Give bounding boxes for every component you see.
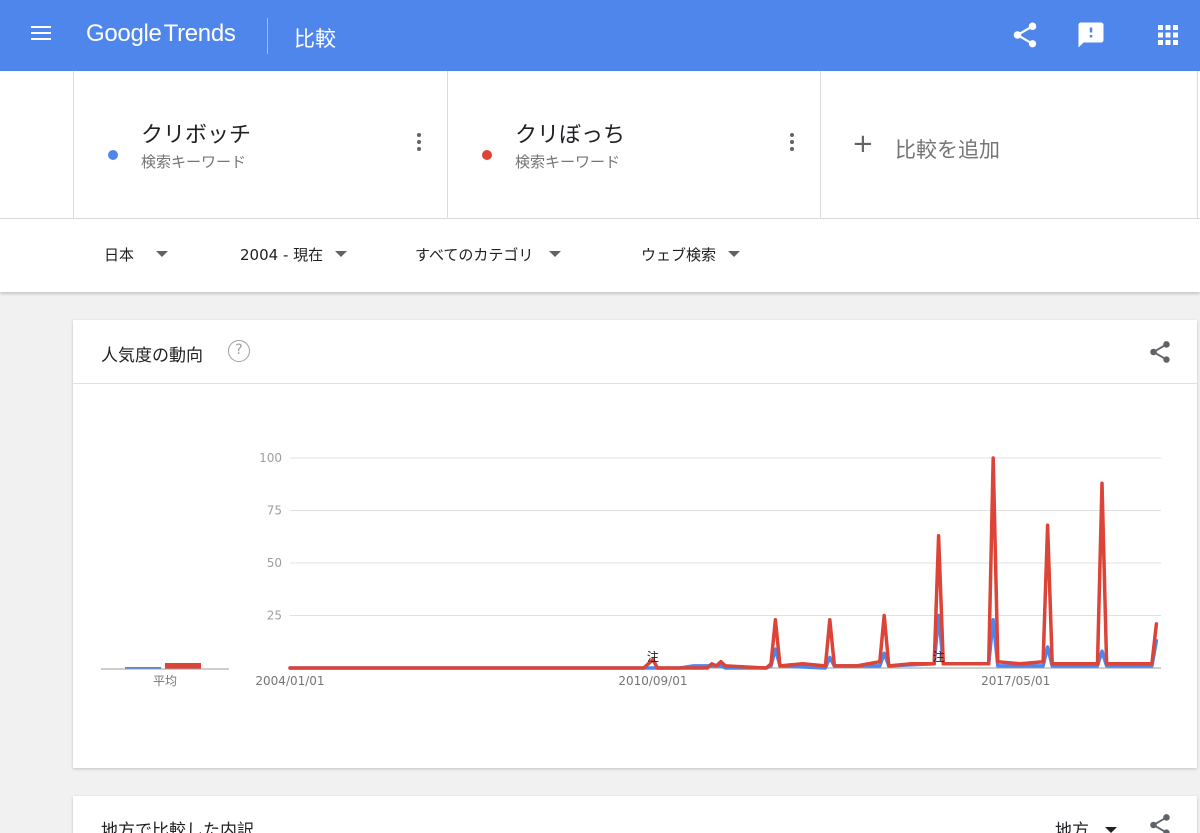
y-tick-label: 50	[267, 556, 282, 570]
interest-line-chart: 25 50 75 100 2004/01/01 2010/09/01 2017/05/01 注…	[255, 451, 1161, 688]
logo-trends-text: Trends	[163, 20, 236, 47]
dropdown-arrow-icon	[335, 251, 348, 257]
average-bars: 平均	[101, 663, 229, 688]
category-value: すべてのカテゴリ	[415, 246, 534, 264]
region-level-value: 地方	[1055, 821, 1089, 833]
series-color-dot	[482, 150, 492, 160]
region-value: 日本	[104, 246, 135, 264]
period-dropdown[interactable]: 2004 - 現在	[240, 244, 348, 265]
x-tick-label: 2017/05/01	[981, 674, 1050, 688]
menu-icon[interactable]	[26, 22, 56, 48]
term-type: 検索キーワード	[515, 153, 621, 171]
add-compare-label: 比較を追加	[895, 138, 1000, 162]
card-title: 人気度の動向	[101, 346, 203, 366]
term-type: 検索キーワード	[141, 153, 247, 171]
card-title: 地方で比較した内訳	[101, 821, 254, 833]
chart-annotation: 注	[933, 649, 945, 664]
share-icon[interactable]	[1010, 20, 1040, 50]
average-label: 平均	[153, 674, 177, 688]
share-icon[interactable]	[1147, 339, 1173, 365]
average-bar-2	[165, 663, 201, 669]
plus-icon: +	[852, 129, 874, 159]
region-level-dropdown[interactable]: 地方	[1055, 816, 1117, 833]
card-divider	[73, 383, 1197, 384]
x-tick-label: 2004/01/01	[255, 674, 324, 688]
help-icon[interactable]: ?	[228, 340, 250, 362]
apps-grid-icon[interactable]	[1153, 20, 1183, 50]
series-line-1	[288, 613, 1159, 670]
feedback-icon[interactable]	[1076, 20, 1106, 50]
y-tick-label: 100	[259, 451, 282, 465]
search-type-value: ウェブ検索	[641, 246, 717, 264]
chart-annotation: 注	[647, 649, 659, 664]
google-trends-logo[interactable]: GoogleTrends	[86, 20, 236, 48]
dropdown-arrow-icon	[1105, 826, 1117, 833]
dropdown-arrow-icon	[728, 251, 741, 257]
logo-google-text: Google	[86, 20, 162, 47]
search-type-dropdown[interactable]: ウェブ検索	[641, 244, 741, 265]
filter-bar: 日本 2004 - 現在 すべてのカテゴリ ウェブ検索	[0, 219, 1200, 292]
dropdown-arrow-icon	[549, 251, 562, 257]
add-compare-button[interactable]: + 比較を追加	[820, 71, 1198, 218]
dropdown-arrow-icon	[156, 251, 169, 257]
more-vert-icon[interactable]	[415, 131, 423, 155]
y-tick-label: 75	[267, 504, 282, 518]
region-dropdown[interactable]: 日本	[104, 244, 169, 265]
term-name: クリぼっち	[515, 123, 626, 148]
top-app-bar: GoogleTrends 比較	[0, 0, 1200, 71]
x-tick-label: 2010/09/01	[618, 674, 687, 688]
header-divider	[267, 18, 268, 54]
series-color-dot	[108, 150, 118, 160]
interest-over-time-card: 人気度の動向 ? 平均 25 50 75 100 2004/01/01 2010/09/0…	[73, 320, 1197, 768]
term-card-2[interactable]: クリぼっち 検索キーワード	[447, 71, 820, 218]
category-dropdown[interactable]: すべてのカテゴリ	[415, 244, 562, 265]
more-vert-icon[interactable]	[788, 131, 796, 155]
term-card-1[interactable]: クリボッチ 検索キーワード	[73, 71, 447, 218]
period-value: 2004 - 現在	[240, 246, 324, 264]
term-name: クリボッチ	[141, 123, 252, 148]
share-icon[interactable]	[1147, 812, 1173, 833]
region-breakdown-card: 地方で比較した内訳 地方	[73, 796, 1197, 833]
y-tick-label: 25	[267, 609, 282, 623]
page-title: 比較	[294, 27, 336, 51]
compare-terms-bar: クリボッチ 検索キーワード クリぼっち 検索キーワード + 比較を追加	[0, 71, 1200, 219]
